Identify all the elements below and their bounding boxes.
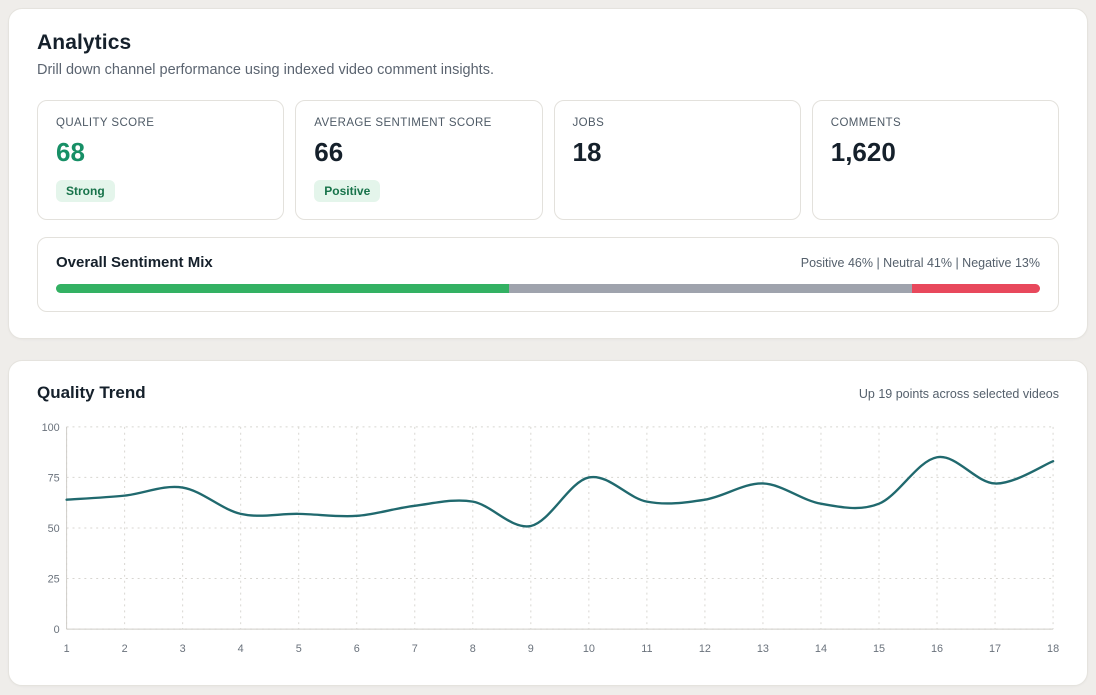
svg-text:75: 75 xyxy=(48,472,60,484)
stat-label: COMMENTS xyxy=(831,117,1040,129)
analytics-dashboard: Analytics Drill down channel performance… xyxy=(8,8,1088,686)
stat-card-quality-score: QUALITY SCORE 68 Strong xyxy=(37,100,284,220)
svg-text:8: 8 xyxy=(470,643,476,655)
sentiment-bar xyxy=(56,284,1040,293)
quality-trend-chart: 0255075100123456789101112131415161718 xyxy=(37,417,1059,659)
stat-card-comments: COMMENTS 1,620 xyxy=(812,100,1059,220)
stat-card-jobs: JOBS 18 xyxy=(554,100,801,220)
svg-text:7: 7 xyxy=(412,643,418,655)
sentiment-segment-neutral xyxy=(509,284,912,293)
sentiment-segment-positive xyxy=(56,284,509,293)
quality-trend-title: Quality Trend xyxy=(37,383,146,403)
stat-card-average-sentiment: AVERAGE SENTIMENT SCORE 66 Positive xyxy=(295,100,542,220)
svg-text:14: 14 xyxy=(815,643,827,655)
svg-text:5: 5 xyxy=(296,643,302,655)
page-subtitle: Drill down channel performance using ind… xyxy=(37,62,1059,78)
svg-text:2: 2 xyxy=(122,643,128,655)
quality-score-value: 68 xyxy=(56,137,265,168)
analytics-card: Analytics Drill down channel performance… xyxy=(8,8,1088,339)
svg-text:16: 16 xyxy=(931,643,943,655)
svg-text:13: 13 xyxy=(757,643,769,655)
sentiment-mix-title: Overall Sentiment Mix xyxy=(56,254,213,271)
quality-trend-card: Quality Trend Up 19 points across select… xyxy=(8,360,1088,686)
svg-text:4: 4 xyxy=(238,643,244,655)
page-title: Analytics xyxy=(37,31,1059,55)
stat-label: AVERAGE SENTIMENT SCORE xyxy=(314,117,523,129)
svg-text:9: 9 xyxy=(528,643,534,655)
quality-score-badge: Strong xyxy=(56,180,115,202)
svg-text:0: 0 xyxy=(54,624,60,636)
svg-text:3: 3 xyxy=(180,643,186,655)
svg-text:100: 100 xyxy=(42,422,60,434)
svg-text:10: 10 xyxy=(583,643,595,655)
jobs-value: 18 xyxy=(573,137,782,168)
svg-text:25: 25 xyxy=(48,573,60,585)
svg-text:18: 18 xyxy=(1047,643,1059,655)
quality-trend-chart-area: 0255075100123456789101112131415161718 xyxy=(37,417,1059,659)
svg-text:17: 17 xyxy=(989,643,1001,655)
average-sentiment-value: 66 xyxy=(314,137,523,168)
average-sentiment-badge: Positive xyxy=(314,180,380,202)
quality-trend-note: Up 19 points across selected videos xyxy=(859,387,1059,401)
stat-label: QUALITY SCORE xyxy=(56,117,265,129)
quality-trend-header: Quality Trend Up 19 points across select… xyxy=(37,383,1059,403)
stats-row: QUALITY SCORE 68 Strong AVERAGE SENTIMEN… xyxy=(37,100,1059,220)
svg-text:50: 50 xyxy=(48,523,60,535)
svg-text:11: 11 xyxy=(641,643,652,655)
svg-text:6: 6 xyxy=(354,643,360,655)
stat-label: JOBS xyxy=(573,117,782,129)
svg-text:1: 1 xyxy=(64,643,70,655)
sentiment-mix-summary: Positive 46% | Neutral 41% | Negative 13… xyxy=(801,256,1040,270)
sentiment-mix-header: Overall Sentiment Mix Positive 46% | Neu… xyxy=(56,254,1040,271)
comments-value: 1,620 xyxy=(831,137,1040,168)
svg-text:12: 12 xyxy=(699,643,711,655)
sentiment-mix-box: Overall Sentiment Mix Positive 46% | Neu… xyxy=(37,237,1059,312)
svg-text:15: 15 xyxy=(873,643,885,655)
sentiment-segment-negative xyxy=(912,284,1040,293)
